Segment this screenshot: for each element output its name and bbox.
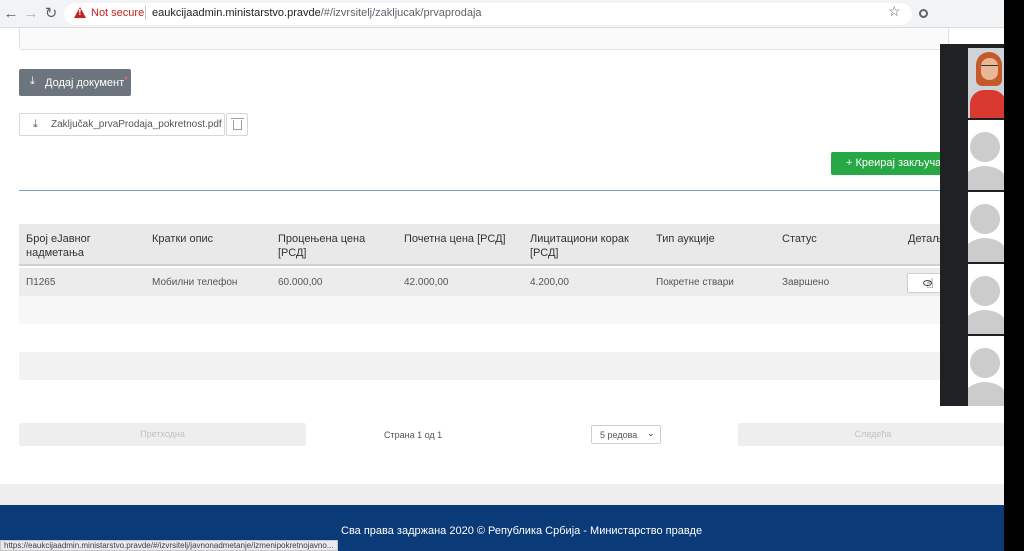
url-host: eaukcijaadmin.ministarstvo.pravde [152, 7, 321, 19]
back-arrow-icon[interactable]: ← [2, 5, 20, 23]
file-name: Zaključak_prvaProdaja_pokretnost.pdf [51, 119, 222, 130]
participant-tile[interactable] [940, 192, 1004, 262]
add-document-label: Додај документ [45, 77, 125, 89]
avatar-body-icon [968, 382, 1004, 406]
url-text[interactable]: eaukcijaadmin.ministarstvo.pravde/#/izvr… [152, 7, 482, 19]
section-divider [19, 190, 949, 191]
screen-edge [1004, 0, 1024, 551]
col-header-auction-type: Тип аукције [656, 233, 715, 245]
participant-face [981, 58, 998, 80]
bookmark-star-icon[interactable]: ☆ [888, 4, 901, 18]
page-info: Страна 1 од 1 [384, 430, 443, 440]
table-row-empty [19, 352, 949, 380]
col-header-starting-price: Почетна цена [РСД] [404, 233, 506, 245]
cell-auction-type: Покретне ствари [656, 277, 734, 288]
col-header-short-description: Кратки опис [152, 233, 214, 245]
browser-toolbar: ← → ↻ Not secure eaukcijaadmin.ministars… [0, 0, 1024, 28]
participant-tile[interactable] [940, 264, 1004, 334]
screen: ← → ↻ Not secure eaukcijaadmin.ministars… [0, 0, 1024, 551]
cell-auction-number: П1265 [26, 277, 56, 288]
avatar-placeholder-icon [970, 348, 1000, 378]
avatar-body-icon [968, 238, 1004, 262]
extension-icon[interactable] [919, 9, 928, 18]
cell-status: Завршено [782, 277, 830, 288]
avatar-body-icon [968, 166, 1004, 190]
cell-short-description: Мобилни телефон [152, 277, 238, 288]
cell-starting-price: 42.000,00 [404, 277, 449, 288]
warning-icon [74, 7, 86, 18]
col-header-estimated-price: Процењена цена [РСД] [278, 233, 366, 259]
table-row-empty [19, 324, 949, 352]
col-header-status: Статус [782, 233, 817, 245]
required-marker: * [124, 75, 128, 85]
previous-page-button[interactable]: Претходна [19, 423, 306, 446]
forward-arrow-icon[interactable]: → [22, 5, 40, 23]
status-bar-link: https://eaukcijaadmin.ministarstvo.pravd… [0, 540, 338, 551]
col-header-auction-number: Број еЈавног надметања [26, 233, 91, 259]
participant-video-tile[interactable] [940, 48, 1004, 118]
chevron-down-icon: ⌄ [647, 428, 655, 438]
hand-cursor-icon: ☝ [926, 277, 934, 292]
security-label[interactable]: Not secure [91, 7, 144, 19]
participant-tile[interactable] [940, 120, 1004, 190]
table-row: П1265 Мобилни телефон 60.000,00 42.000,0… [19, 268, 949, 296]
participant-tile[interactable] [940, 336, 1004, 406]
rows-per-page-value: 5 редова [600, 430, 638, 440]
download-file-button[interactable]: ⤓ Zaključak_prvaProdaja_pokretnost.pdf [19, 113, 225, 136]
participant-shirt [970, 90, 1004, 118]
url-separator [145, 6, 146, 20]
delete-file-button[interactable] [226, 113, 248, 136]
reload-icon[interactable]: ↻ [42, 5, 60, 23]
create-conclusion-button[interactable]: + Креирај закључак [831, 152, 953, 175]
url-path: /#/izvrsitelj/zakljucak/prvaprodaja [320, 7, 482, 19]
avatar-body-icon [968, 310, 1004, 334]
footer-copyright: Сва права задржана 2020 © Република Срби… [341, 525, 703, 537]
next-page-button[interactable]: Следећа [738, 423, 1008, 446]
video-call-strip [940, 44, 1004, 406]
avatar-placeholder-icon [970, 276, 1000, 306]
download-icon: ⤓ [33, 118, 38, 130]
trash-icon [231, 118, 244, 130]
table-header: Број еЈавног надметања Кратки опис Проце… [19, 224, 949, 266]
add-document-button[interactable]: ⤓ Додај документ* [19, 69, 131, 96]
table-row-empty [19, 296, 949, 324]
page-bottom-band [0, 484, 1004, 505]
upload-icon: ⤓ [30, 75, 35, 87]
cell-estimated-price: 60.000,00 [278, 277, 323, 288]
avatar-placeholder-icon [970, 132, 1000, 162]
participant-glasses [981, 65, 998, 69]
create-conclusion-label: + Креирај закључак [846, 157, 947, 169]
avatar-placeholder-icon [970, 204, 1000, 234]
cell-bid-step: 4.200,00 [530, 277, 569, 288]
col-header-bid-step: Лицитациони корак [РСД] [530, 233, 629, 259]
rows-per-page-select[interactable]: 5 редова ⌄ [591, 425, 661, 444]
previous-form-field[interactable] [19, 28, 949, 50]
address-bar[interactable]: Not secure eaukcijaadmin.ministarstvo.pr… [64, 3, 912, 25]
